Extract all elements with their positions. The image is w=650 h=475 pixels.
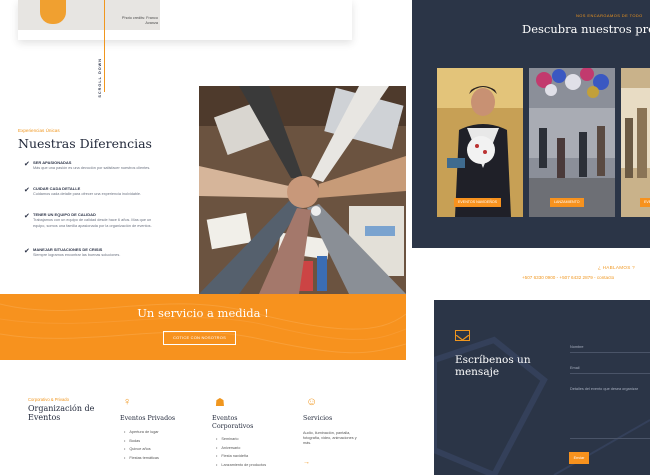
scroll-line (104, 0, 105, 92)
send-button[interactable]: Enviar (569, 452, 589, 464)
feature-title: SER APASIONADAS (33, 160, 72, 165)
quote-button[interactable]: COTICE CON NOSOTROS (163, 331, 236, 345)
check-icon: ✔ (24, 248, 30, 255)
services-desc: Audio, iluminación, pantalla, fotografía… (303, 431, 357, 446)
column-title: Eventos Corporativos (212, 415, 254, 430)
feature-desc: Siempre logramos encontrar las buenas so… (33, 253, 121, 257)
column-title: Servicios (303, 415, 333, 422)
gallery-tile-events[interactable]: EVE (621, 68, 650, 217)
check-icon: ✔ (24, 161, 30, 168)
teamwork-photo (199, 86, 406, 294)
gallery-title: Descubra nuestros prev (522, 22, 650, 36)
list-item: Bodas (124, 437, 159, 446)
service-column-private: ♀ Eventos Privados Apertura de lugar Bod… (120, 396, 200, 475)
gallery-tile-launch[interactable]: LANZAMIENTO (529, 68, 615, 217)
arrow-right-icon[interactable]: → (303, 459, 310, 466)
check-icon: ✔ (24, 213, 30, 220)
contact-kicker: ¿ HABLAMOS ? (598, 265, 636, 270)
balloon-icon: ♀ (123, 396, 132, 408)
band-title: Un servicio a medida ! (137, 306, 269, 320)
mail-icon (455, 330, 470, 341)
gallery-tile-christmas[interactable]: EVENTOS NAVIDEÑOS (437, 68, 523, 217)
feature-desc: Cuidamos cada detalle para ofrecer una e… (33, 192, 142, 196)
photo-credit: Photo credits: Franco Avanza (121, 16, 158, 25)
tile-label: LANZAMIENTO (550, 198, 584, 207)
list-item: Lanzamiento de productos (216, 461, 266, 470)
contact-phones[interactable]: +507 6330 0900 - +507 6432 2879 - contac… (522, 275, 614, 280)
name-field[interactable]: Nombre (570, 345, 650, 353)
differences-kicker: Experiencias Únicas (18, 128, 60, 133)
award-icon: ☗ (215, 397, 225, 409)
people-icon: ☺ (306, 396, 318, 408)
differences-title: Nuestras Diferencias (18, 136, 152, 151)
tile-label: EVENTOS NAVIDEÑOS (454, 198, 502, 207)
list-item: Fiestas temáticas (124, 454, 159, 463)
details-field[interactable]: Detalles del evento que desea organizar (570, 387, 650, 439)
list-item: Fiesta navideña (216, 452, 266, 461)
gallery-kicker: NOS ENCARGAMOS DE TODO (576, 13, 643, 18)
scroll-down-label[interactable]: SCROLL DOWN (98, 58, 102, 98)
feature-title: MANEJAR SITUACIONES DE CRISIS (33, 247, 103, 252)
tile-label: EVE (640, 198, 650, 207)
feature-title: TENER UN EQUIPO DE CALIDAD (33, 212, 96, 217)
email-field[interactable]: Email (570, 366, 650, 374)
service-column-services: ☺ Servicios Audio, iluminación, pantalla… (303, 396, 383, 475)
column-title: Eventos Privados (120, 415, 176, 422)
list-item: Quince años (124, 445, 159, 454)
service-column-corporate: ☗ Eventos Corporativos Seminario Anivers… (212, 396, 292, 475)
form-title: Escríbenos un mensaje (455, 354, 531, 378)
check-icon: ✔ (24, 187, 30, 194)
list-item: Aniversario (216, 444, 266, 453)
feature-desc: Más que una pasión es una devoción por s… (33, 166, 151, 170)
list-item: Seminario (216, 435, 266, 444)
custom-service-band (0, 294, 406, 360)
feature-desc: Trabajamos con un equipo de calidad desd… (33, 218, 152, 228)
services-title: Organización de Eventos (28, 404, 95, 422)
services-kicker: Corporativo & Privado (28, 397, 69, 402)
feature-title: CUIDAR CADA DETALLE (33, 186, 81, 191)
list-item: Apertura de lugar (124, 428, 159, 437)
